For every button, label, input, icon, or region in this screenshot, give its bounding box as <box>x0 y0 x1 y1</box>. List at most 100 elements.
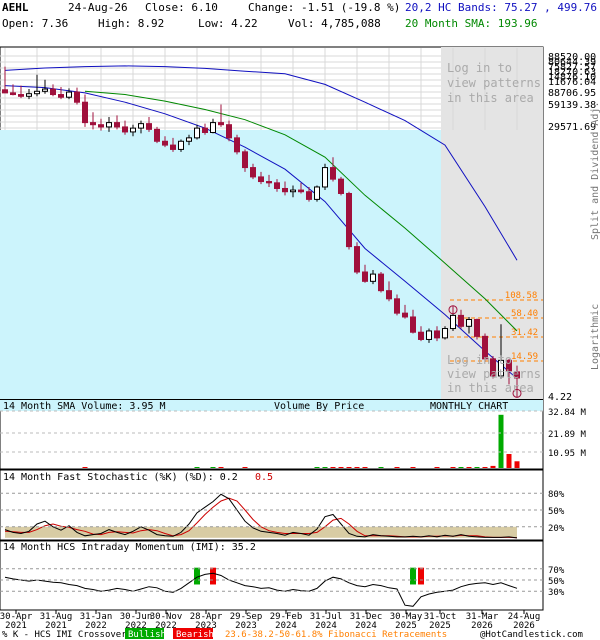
candle-body <box>274 182 280 189</box>
volume-bar <box>210 467 216 468</box>
candle-body <box>178 140 184 150</box>
candle <box>442 326 448 340</box>
candle-body <box>90 122 96 126</box>
low-label: Low: 4.22 <box>198 17 258 30</box>
fib-label: 14.59 <box>511 352 538 362</box>
volume-bar <box>378 467 384 468</box>
volume-bar <box>322 467 328 468</box>
bullish-label: Bullish <box>128 630 166 640</box>
candle-body <box>58 94 64 98</box>
candle-body <box>226 124 232 139</box>
high-label: High: 8.92 <box>98 17 164 30</box>
volume-panel: 14 Month SMA Volume: 3.95 M Volume By Pr… <box>0 399 587 470</box>
candle <box>322 163 328 191</box>
stochastic-tick-label: 20% <box>548 524 565 534</box>
imi-bullish-crossover <box>410 567 416 585</box>
candle-body <box>162 140 168 146</box>
volume-tick-label: 32.84 M <box>548 408 587 418</box>
fibonacci-label: 23.6-38.2-50-61.8% Fibonacci Retracement… <box>225 630 447 640</box>
volume-bar <box>466 467 472 468</box>
watermark-top-line-1: Log in to <box>447 61 512 75</box>
volume-bar <box>458 467 464 468</box>
candle-body <box>386 290 392 300</box>
candle-body <box>450 314 456 330</box>
candle-body <box>26 93 32 97</box>
candle-body <box>314 186 320 200</box>
candle-body <box>170 144 176 150</box>
candle-body <box>442 328 448 339</box>
footer: % K - HCS IMI Crossover: Bullish Bearish… <box>2 628 583 640</box>
chart-canvas: AEHL 24-Aug-26 Close: 6.10 Change: -1.51… <box>0 1 600 640</box>
volume-bar <box>450 467 456 468</box>
open-label: Open: 7.36 <box>2 17 68 30</box>
stochastic-tick-label: 50% <box>548 507 565 517</box>
volume-tick-label: 10.95 M <box>548 449 587 459</box>
copyright-label: @HotCandlestick.com <box>480 630 583 640</box>
volume-bar <box>490 465 496 468</box>
volume-bar <box>506 454 512 468</box>
candle-body <box>130 127 136 133</box>
candle-body <box>338 178 344 194</box>
candle-body <box>242 151 248 169</box>
price-tick-label: 29571.69 <box>548 122 596 133</box>
watermark-bottom-line-2: view patterns <box>447 367 541 381</box>
candle-body <box>466 318 472 327</box>
volume-bar <box>82 467 88 468</box>
candle-body <box>370 273 376 282</box>
volume-bar <box>394 467 400 468</box>
volume-tick-label: 21.89 M <box>548 430 587 440</box>
watermark-bottom-line-1: Log in to <box>447 353 512 367</box>
imi-title: 14 Month HCS Intraday Momentum (IMI): 35… <box>3 542 256 553</box>
imi-tick-label: 70% <box>548 566 565 576</box>
candle-body <box>194 127 200 139</box>
candle <box>154 126 160 144</box>
watermark-top-line-3: in this area <box>447 91 534 105</box>
candle-body <box>34 90 40 95</box>
candle-body <box>138 123 144 129</box>
price-tick-label: 4.22 <box>548 392 572 403</box>
candle-body <box>106 122 112 128</box>
candle-body <box>434 330 440 339</box>
candle-body <box>202 127 208 133</box>
volume-bar <box>362 467 368 468</box>
candle-body <box>82 101 88 124</box>
price-tick-label: 59139.38 <box>548 100 596 111</box>
sma-label: 20 Month SMA: 193.96 <box>405 17 537 30</box>
candle-body <box>394 298 400 314</box>
bands-label: 20,2 HC Bands: 75.27 , 499.76 <box>405 1 597 14</box>
volume-bar <box>346 467 352 468</box>
imi-tick-label: 50% <box>548 577 565 587</box>
candle-body <box>362 271 368 282</box>
stochastic-tick-label: 80% <box>548 490 565 500</box>
imi-bearish-crossover <box>418 567 424 585</box>
candle-body <box>418 331 424 340</box>
fib-label: 108.58 <box>505 291 538 301</box>
candle-body <box>74 91 80 103</box>
candle-body <box>346 192 352 248</box>
volume-bar <box>474 467 480 468</box>
candle-body <box>298 189 304 193</box>
candle-body <box>378 273 384 292</box>
stochastic-title: 14 Month Fast Stochastic (%K) (%D): 0.2 <box>3 472 238 483</box>
candle-body <box>474 318 480 337</box>
candle-body <box>290 189 296 193</box>
logarithmic-label: Logarithmic <box>590 304 600 370</box>
volume-bar <box>514 461 520 468</box>
candle-body <box>458 314 464 327</box>
change-label: Change: -1.51 (-19.8 %) <box>248 1 400 14</box>
candle-body <box>282 187 288 193</box>
close-label: Close: 6.10 <box>145 1 218 14</box>
volume-bar <box>314 467 320 468</box>
volume-bar <box>218 467 224 468</box>
date-label: 24-Aug-26 <box>68 1 128 14</box>
cyan-shade <box>0 130 441 399</box>
candle-body <box>354 246 360 273</box>
price-tick-label: 11676.04 <box>548 77 596 88</box>
volume-bar <box>242 467 248 468</box>
candle-body <box>18 94 24 97</box>
candle-body <box>258 176 264 183</box>
price-tick-labels: 88520.0080644.3975827.5718270.6314876.10… <box>548 52 596 403</box>
candle-body <box>50 88 56 96</box>
candle-body <box>154 128 160 142</box>
volume-bar <box>354 467 360 468</box>
